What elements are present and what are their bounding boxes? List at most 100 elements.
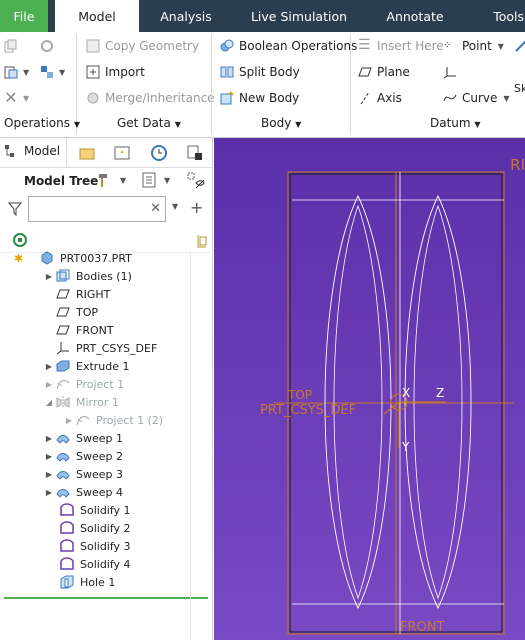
coordinate-system-button[interactable] [443,62,462,82]
datum-label-front: FRONT [400,620,445,635]
expand-arrow-icon[interactable]: ▶ [44,452,54,461]
panel-splitter[interactable] [190,252,191,640]
merge-inheritance-button[interactable]: Merge/Inheritance [86,88,215,108]
group-body[interactable]: Body ▼ [261,116,301,130]
expand-arrow-icon[interactable]: ▶ [44,272,54,281]
tree-item-hole-1[interactable]: Hole 1 [60,573,115,591]
filter-icon[interactable] [8,202,22,216]
tree-item-sweep-1[interactable]: ▶ Sweep 1 [44,429,123,447]
new-body-button[interactable]: New Body [220,88,299,108]
copy-geometry-icon [86,39,100,53]
clear-search-icon[interactable]: ✕ [150,201,161,216]
favorites-icon[interactable] [113,144,131,162]
insert-here-indicator[interactable] [4,597,208,599]
project-icon [56,380,70,390]
import-icon [86,65,100,79]
tab-live-simulation[interactable]: Live Simulation [238,0,360,32]
expand-arrow-icon[interactable]: ▶ [44,362,54,371]
tree-item-project-1[interactable]: ▶ Project 1 [44,375,124,393]
settings-dropdown[interactable]: ▼ [96,171,126,189]
tree-item-solidify-4[interactable]: Solidify 4 [60,555,131,573]
curve-button[interactable]: Curve ▼ [443,88,510,108]
tree-item-project-1-2[interactable]: ▶ Project 1 (2) [64,411,163,429]
solidify-icon [60,557,74,570]
sketch-button[interactable] [514,36,525,56]
tree-item-front[interactable]: FRONT [56,321,114,339]
group-operations[interactable]: Operations ▼ [4,116,80,130]
part-icon [41,251,53,265]
boolean-operations-button[interactable]: Boolean Operations [220,36,357,56]
tree-item-extrude-1[interactable]: ▶ Extrude 1 [44,357,130,375]
folder-browser-icon[interactable] [78,144,96,162]
copy-geometry-button[interactable]: Copy Geometry [86,36,199,56]
split-body-icon [220,66,234,78]
tree-item-solidify-2[interactable]: Solidify 2 [60,519,131,537]
tree-item-right[interactable]: RIGHT [56,285,110,303]
expand-arrow-icon[interactable]: ▶ [44,434,54,443]
paste-button[interactable]: ▼ [4,62,29,82]
insert-here-button[interactable]: ☰ Insert Here [358,36,444,56]
tree-item-root[interactable]: ✱ PRT0037.PRT [14,249,132,267]
layers-icon[interactable] [186,144,204,162]
delete-button[interactable]: ✕ ▼ [4,88,29,108]
tree-item-bodies[interactable]: ▶ Bodies (1) [44,267,132,285]
column-settings-icon[interactable] [196,234,208,248]
regenerate-button[interactable] [40,36,59,56]
expand-arrow-icon[interactable]: ▶ [44,380,54,389]
filter-display-icon[interactable] [186,171,206,191]
tree-item-sweep-2[interactable]: ▶ Sweep 2 [44,447,123,465]
history-icon[interactable] [150,144,168,162]
tab-tools[interactable]: Tools [470,0,525,32]
regenerate-tree-icon[interactable] [12,232,28,248]
lens-left-outer [324,194,392,610]
panel-tab-model[interactable]: Model [4,144,60,158]
group-datum[interactable]: Datum ▼ [430,116,481,130]
search-options-chevron-down-icon[interactable]: ▼ [172,202,178,211]
sweep-icon [56,489,70,498]
extrude-icon [56,360,70,372]
expand-arrow-icon[interactable]: ▶ [44,488,54,497]
insert-here-icon: ☰ [358,37,371,53]
tab-model[interactable]: Model [55,0,139,32]
add-filter-plus-icon[interactable]: + [190,198,203,217]
graphics-viewport[interactable]: RI TOP PRT_CSYS_DEF X Z Y FRONT [214,138,525,640]
active-star-icon: ✱ [14,251,24,265]
point-button[interactable]: ⁘ Point ▼ [443,36,504,56]
show-dropdown[interactable]: ▼ [140,171,170,189]
plane-button[interactable]: Plane [358,62,410,82]
tree-item-mirror-1[interactable]: ◢ Mirror 1 [44,393,119,411]
boolean-icon [220,39,234,52]
search-box: ✕ [28,196,166,222]
search-input[interactable] [29,197,147,221]
ribbon: ▼ ▼ ✕ ▼ Copy Geometry Import Merge/Inher… [0,32,525,138]
lens-left-inner [333,204,383,600]
import-button[interactable]: Import [86,62,145,82]
paste-special-button[interactable]: ▼ [40,62,65,82]
axis-button[interactable]: Axis [358,88,402,108]
tab-file[interactable]: File [0,0,48,32]
tree-item-solidify-3[interactable]: Solidify 3 [60,537,131,555]
copy-icon [4,39,17,53]
merge-icon [87,92,99,104]
copy-button[interactable] [4,36,23,56]
tab-analysis[interactable]: Analysis [146,0,226,32]
plane-icon [358,67,372,77]
split-body-button[interactable]: Split Body [220,62,300,82]
expand-arrow-icon[interactable]: ▶ [44,470,54,479]
show-icon [142,172,156,188]
tree-item-solidify-1[interactable]: Solidify 1 [60,501,131,519]
tree-item-sweep-4[interactable]: ▶ Sweep 4 [44,483,123,501]
tree-item-sweep-3[interactable]: ▶ Sweep 3 [44,465,123,483]
model-geometry [274,171,514,635]
tree-item-top[interactable]: TOP [56,303,98,321]
collapse-arrow-icon[interactable]: ◢ [44,398,54,407]
curve-icon [443,94,457,102]
tab-annotate[interactable]: Annotate [372,0,458,32]
expand-arrow-icon[interactable]: ▶ [64,416,74,425]
panel-tab-bar: Model [0,138,213,168]
mirror-icon [56,396,70,408]
datum-label-right: RI [510,156,525,174]
tree-item-csys[interactable]: PRT_CSYS_DEF [56,339,157,357]
group-get-data[interactable]: Get Data ▼ [117,116,181,130]
hammer-icon [99,174,107,187]
